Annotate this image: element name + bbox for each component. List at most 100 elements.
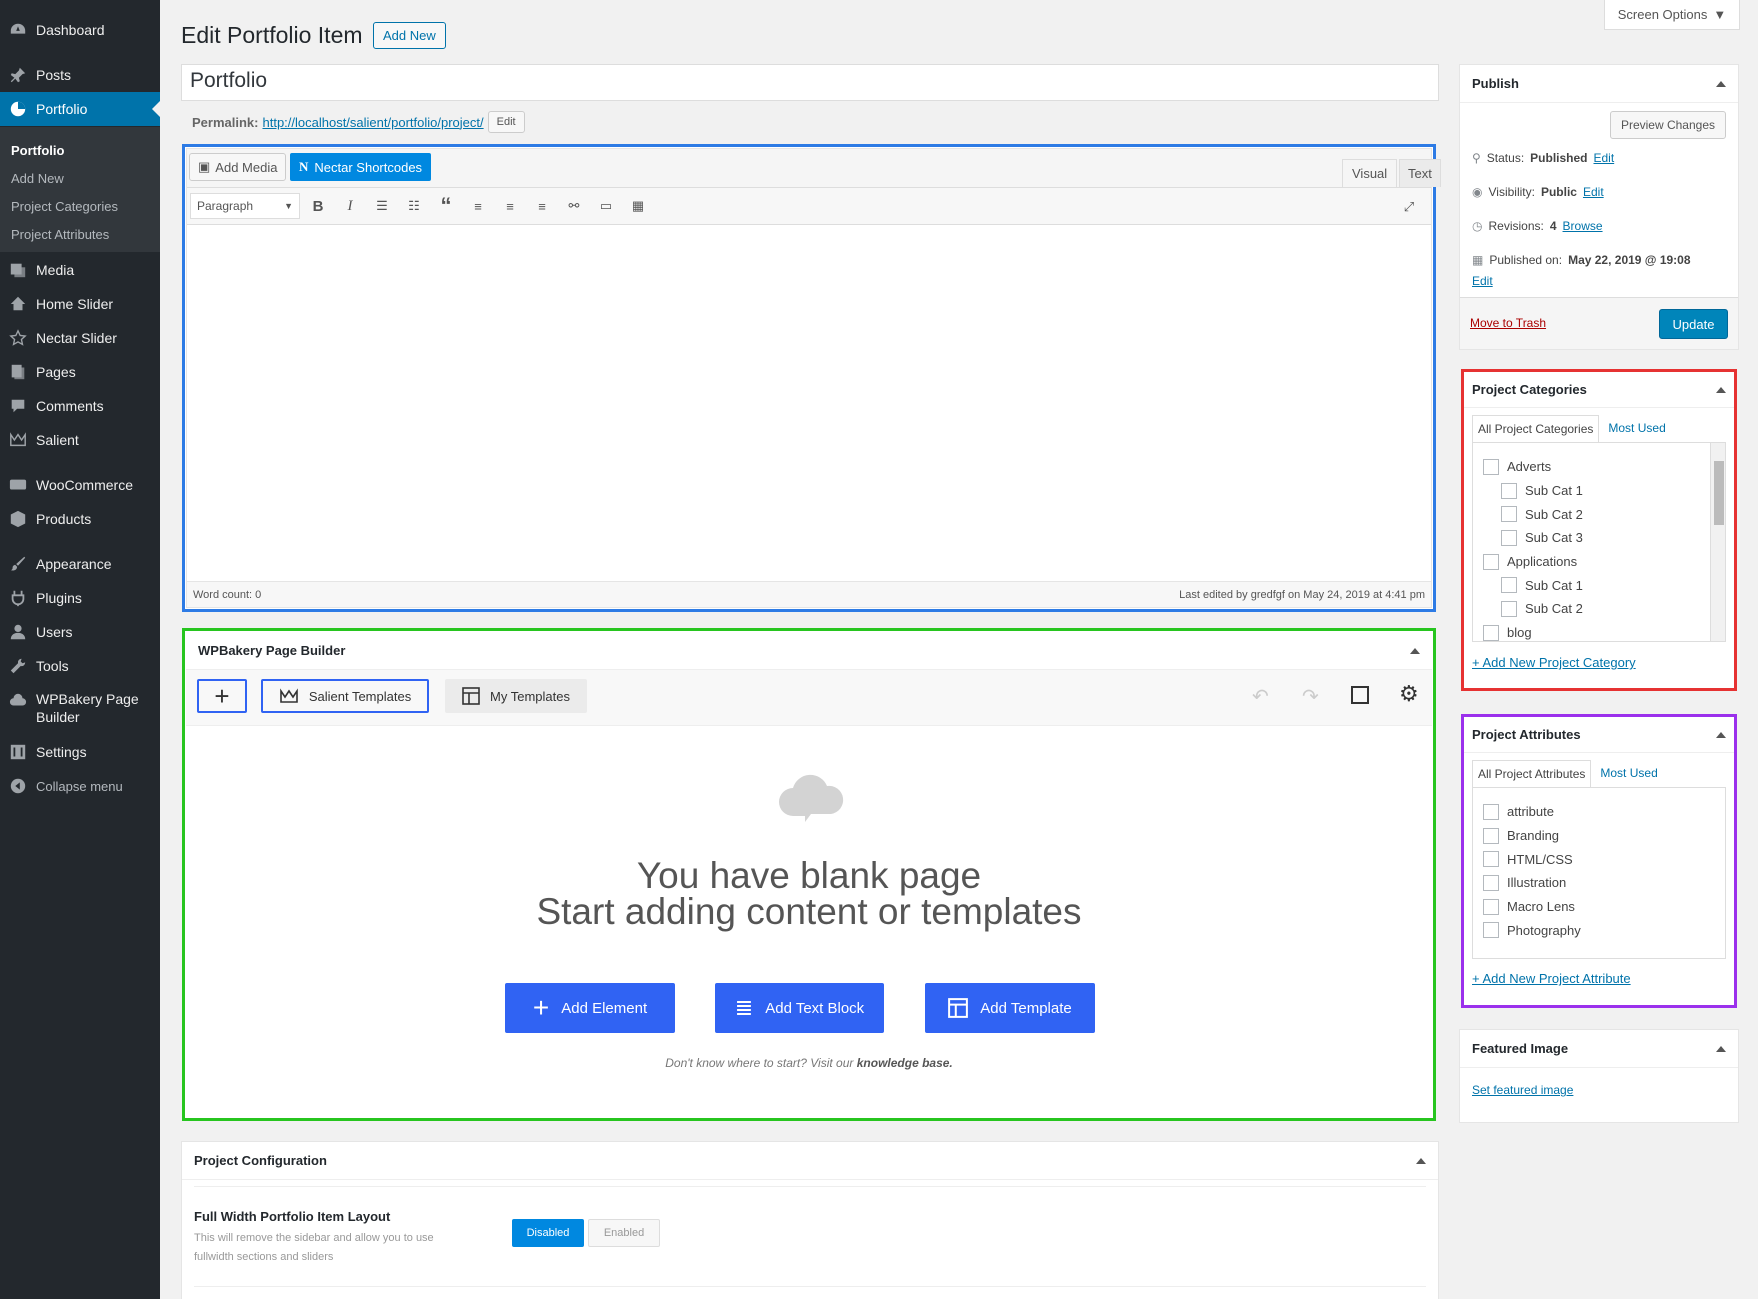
- menu-comments[interactable]: Comments: [0, 389, 160, 423]
- fullscreen-icon[interactable]: [1351, 686, 1369, 704]
- tab-categories-most-used[interactable]: Most Used: [1599, 415, 1674, 443]
- menu-settings[interactable]: Settings: [0, 735, 160, 769]
- submenu-add-new[interactable]: Add New: [0, 164, 160, 192]
- project-attributes-header[interactable]: Project Attributes: [1464, 717, 1734, 753]
- attribute-item[interactable]: Photography: [1483, 918, 1725, 942]
- checkbox[interactable]: [1483, 851, 1499, 868]
- gear-icon[interactable]: ⚙: [1399, 681, 1419, 707]
- builder-header[interactable]: WPBakery Page Builder: [186, 632, 1432, 670]
- featured-image-header[interactable]: Featured Image: [1460, 1030, 1738, 1068]
- add-text-block-button[interactable]: ≣ Add Text Block: [715, 983, 884, 1033]
- checkbox[interactable]: [1483, 458, 1499, 475]
- collapse-caret-icon[interactable]: [1416, 1157, 1426, 1164]
- menu-posts[interactable]: Posts: [0, 58, 160, 92]
- update-button[interactable]: Update: [1659, 309, 1728, 339]
- bullet-list-icon[interactable]: ☰: [368, 192, 396, 220]
- submenu-project-categories[interactable]: Project Categories: [0, 192, 160, 220]
- collapse-caret-icon[interactable]: [1410, 647, 1420, 654]
- link-icon[interactable]: ⚯: [560, 192, 588, 220]
- tab-all-project-categories[interactable]: All Project Categories: [1472, 415, 1600, 443]
- tab-all-project-attributes[interactable]: All Project Attributes: [1472, 760, 1592, 788]
- project-configuration-header[interactable]: Project Configuration: [182, 1142, 1438, 1180]
- checkbox[interactable]: [1501, 482, 1517, 499]
- collapse-caret-icon[interactable]: [1716, 731, 1726, 738]
- salient-templates-button[interactable]: Salient Templates: [261, 679, 429, 713]
- collapse-caret-icon[interactable]: [1716, 80, 1726, 87]
- move-to-trash-link[interactable]: Move to Trash: [1470, 316, 1546, 330]
- screen-options-button[interactable]: Screen Options ▼: [1604, 0, 1740, 30]
- menu-tools[interactable]: Tools: [0, 649, 160, 683]
- undo-icon[interactable]: ↶: [1252, 684, 1269, 709]
- menu-dashboard[interactable]: Dashboard: [0, 13, 160, 47]
- checkbox[interactable]: [1501, 529, 1517, 546]
- checkbox[interactable]: [1483, 922, 1499, 939]
- attribute-item[interactable]: Branding: [1483, 824, 1725, 848]
- categories-scrollbar[interactable]: [1710, 443, 1725, 641]
- project-categories-header[interactable]: Project Categories: [1464, 372, 1734, 408]
- tab-attributes-most-used[interactable]: Most Used: [1591, 760, 1666, 788]
- attribute-item[interactable]: Illustration: [1483, 871, 1725, 895]
- collapse-caret-icon[interactable]: [1716, 1045, 1726, 1052]
- add-element-button[interactable]: + Add Element: [505, 983, 675, 1033]
- checkbox[interactable]: [1483, 827, 1499, 844]
- visibility-edit-link[interactable]: Edit: [1583, 185, 1604, 199]
- post-title-input[interactable]: Portfolio: [181, 64, 1439, 101]
- category-item[interactable]: Sub Cat 3: [1483, 526, 1725, 550]
- align-center-icon[interactable]: ≡: [496, 192, 524, 220]
- menu-woocommerce[interactable]: WooCommerce: [0, 468, 160, 502]
- fullscreen-icon[interactable]: ⤢: [1395, 193, 1423, 221]
- menu-pages[interactable]: Pages: [0, 355, 160, 389]
- menu-plugins[interactable]: Plugins: [0, 581, 160, 615]
- blockquote-icon[interactable]: “: [432, 192, 460, 220]
- submenu-portfolio[interactable]: Portfolio: [0, 136, 160, 164]
- menu-users[interactable]: Users: [0, 615, 160, 649]
- checkbox[interactable]: [1483, 803, 1499, 820]
- enabled-toggle[interactable]: Enabled: [588, 1219, 660, 1247]
- category-item[interactable]: blog: [1483, 621, 1725, 641]
- checkbox[interactable]: [1501, 600, 1517, 617]
- set-featured-image-link[interactable]: Set featured image: [1472, 1083, 1573, 1097]
- collapse-caret-icon[interactable]: [1716, 386, 1726, 393]
- knowledge-base-link[interactable]: knowledge base.: [857, 1056, 953, 1070]
- disabled-toggle[interactable]: Disabled: [512, 1219, 584, 1247]
- publish-header[interactable]: Publish: [1460, 65, 1738, 103]
- checkbox[interactable]: [1483, 624, 1499, 641]
- scrollbar-thumb[interactable]: [1714, 461, 1724, 525]
- menu-nectar-slider[interactable]: Nectar Slider: [0, 321, 160, 355]
- menu-appearance[interactable]: Appearance: [0, 547, 160, 581]
- add-new-project-category-link[interactable]: + Add New Project Category: [1472, 655, 1636, 670]
- align-right-icon[interactable]: ≡: [528, 192, 556, 220]
- menu-portfolio[interactable]: Portfolio: [0, 92, 160, 126]
- menu-media[interactable]: Media: [0, 253, 160, 287]
- format-select[interactable]: Paragraph ▼: [190, 193, 300, 219]
- category-item[interactable]: Sub Cat 2: [1483, 502, 1725, 526]
- redo-icon[interactable]: ↷: [1302, 684, 1319, 709]
- my-templates-button[interactable]: My Templates: [445, 679, 587, 713]
- align-left-icon[interactable]: ≡: [464, 192, 492, 220]
- attribute-item[interactable]: HTML/CSS: [1483, 847, 1725, 871]
- category-item[interactable]: Sub Cat 2: [1483, 597, 1725, 621]
- numbered-list-icon[interactable]: ☷: [400, 192, 428, 220]
- attribute-item[interactable]: Macro Lens: [1483, 895, 1725, 919]
- permalink-edit-button[interactable]: Edit: [487, 111, 525, 133]
- tab-visual[interactable]: Visual: [1342, 159, 1398, 187]
- menu-collapse[interactable]: Collapse menu: [0, 769, 160, 803]
- published-edit-link[interactable]: Edit: [1472, 274, 1493, 288]
- add-new-button[interactable]: Add New: [373, 22, 446, 49]
- checkbox[interactable]: [1483, 553, 1499, 570]
- menu-products[interactable]: Products: [0, 502, 160, 536]
- toolbar-toggle-icon[interactable]: ▦: [624, 192, 652, 220]
- permalink-link[interactable]: http://localhost/salient/portfolio/proje…: [262, 115, 483, 130]
- submenu-project-attributes[interactable]: Project Attributes: [0, 220, 160, 248]
- preview-changes-button[interactable]: Preview Changes: [1609, 111, 1726, 139]
- category-item[interactable]: Sub Cat 1: [1483, 479, 1725, 503]
- menu-salient[interactable]: Salient: [0, 423, 160, 457]
- add-media-button[interactable]: ▣ Add Media: [189, 153, 287, 181]
- category-item[interactable]: Sub Cat 1: [1483, 573, 1725, 597]
- revisions-browse-link[interactable]: Browse: [1563, 219, 1603, 233]
- editor-content-area[interactable]: [187, 225, 1431, 581]
- checkbox[interactable]: [1501, 506, 1517, 523]
- tab-text[interactable]: Text: [1399, 159, 1441, 187]
- category-item[interactable]: Adverts: [1483, 455, 1725, 479]
- read-more-icon[interactable]: ▭: [592, 192, 620, 220]
